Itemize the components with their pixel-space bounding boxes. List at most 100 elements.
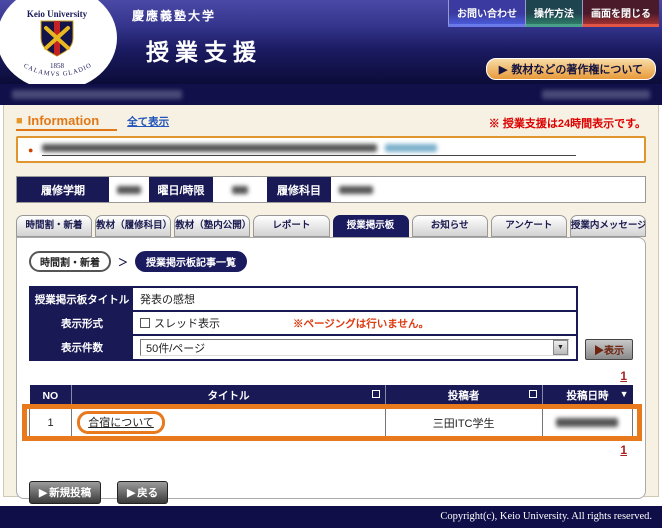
term-label: 履修学期 [17, 177, 109, 202]
arrow-icon: ▶ [39, 487, 47, 499]
day-period-value [213, 177, 267, 202]
redacted-datetime [542, 90, 650, 99]
material-copyright-button[interactable]: ▶ 教材などの著作権について [486, 58, 656, 80]
term-value [109, 177, 149, 202]
pagination-top: 1 [29, 369, 633, 383]
app-header: Keio University 1858 CALAMVS GLADIO FORT… [0, 0, 662, 84]
tab-survey[interactable]: アンケート [491, 215, 567, 237]
sort-toggle-icon[interactable] [372, 390, 380, 398]
display-format-label: 表示形式 [31, 312, 133, 334]
tab-materials-enrolled[interactable]: 教材（履修科目） [95, 215, 171, 237]
column-author: 投稿者 [385, 385, 542, 407]
redacted-notice-text [42, 144, 377, 152]
user-bar [0, 84, 662, 105]
board-filter-form: 授業掲示板タイトル 発表の感想 表示形式 スレッド表示 ※ページングは行いません… [29, 286, 633, 361]
close-window-button[interactable]: 画面を閉じる [582, 0, 659, 27]
subject-label: 履修科目 [267, 177, 331, 202]
tab-report[interactable]: レポート [253, 215, 329, 237]
svg-text:Keio University: Keio University [27, 9, 88, 19]
back-button[interactable]: ▶戻る [117, 481, 168, 504]
thread-display-checkbox[interactable] [140, 318, 150, 328]
notice-bullet-icon: ● [28, 145, 33, 155]
svg-text:1858: 1858 [50, 62, 65, 70]
information-header-row: ■ Information 全て表示 ※ 授業支援は24時間表示です。 [16, 113, 646, 131]
row-title-cell: 合宿について [72, 407, 386, 439]
page-size-selected: 50件/ページ [146, 340, 205, 356]
material-copyright-label: 教材などの著作権について [511, 61, 643, 77]
board-header-row: NO タイトル 投稿者 投稿日時 ▼ [30, 385, 633, 407]
contact-button[interactable]: お問い合わせ [448, 0, 525, 27]
new-post-button[interactable]: ▶新規投稿 [29, 481, 101, 504]
footer: Copyright(c), Keio University. All right… [0, 506, 662, 528]
display-count-label: 表示件数 [31, 336, 133, 359]
breadcrumb: 時間割・新着 ＞ 授業掲示板記事一覧 [29, 251, 633, 272]
tab-class-board[interactable]: 授業掲示板 [333, 215, 409, 237]
app-title: 授業支援 [146, 33, 262, 67]
pagination-bottom: 1 [29, 443, 633, 457]
header-titles: 慶應義塾大学 授業支援 [132, 7, 262, 67]
row-author: 三田ITC学生 [385, 407, 542, 439]
breadcrumb-separator-icon: ＞ [118, 254, 128, 269]
tab-class-message[interactable]: 授業内メッセージ [570, 215, 646, 237]
help-button[interactable]: 操作方法 [525, 0, 582, 27]
copyright-text: Copyright(c), Keio University. All right… [440, 511, 652, 522]
redacted-user-info [12, 90, 182, 99]
board-table-wrap: NO タイトル 投稿者 投稿日時 ▼ [29, 385, 633, 439]
column-title: タイトル [72, 385, 386, 407]
arrow-icon: ▶ [594, 346, 604, 357]
row-date [542, 407, 632, 439]
board-panel: 時間割・新着 ＞ 授業掲示板記事一覧 授業掲示板タイトル 発表の感想 表示形式 … [16, 237, 646, 499]
breadcrumb-parent[interactable]: 時間割・新着 [29, 251, 111, 272]
display-format-value: スレッド表示 ※ページングは行いません。 [133, 312, 576, 334]
information-notice-box: ● [16, 136, 646, 163]
redacted-notice-line [42, 144, 575, 156]
university-name: 慶應義塾大学 [132, 7, 262, 24]
note-24h: ※ 授業支援は24時間表示です。 [489, 115, 646, 131]
page-link[interactable]: 1 [620, 443, 627, 457]
form-row-count: 表示件数 50件/ページ ▼ [31, 336, 576, 359]
tab-news[interactable]: お知らせ [412, 215, 488, 237]
column-no: NO [30, 385, 72, 407]
day-period-label: 曜日/時限 [149, 177, 213, 202]
board-row: 1 合宿について 三田ITC学生 [30, 407, 633, 439]
square-bullet-icon: ■ [16, 115, 23, 127]
redacted-notice-link[interactable] [385, 144, 437, 152]
column-date: 投稿日時 ▼ [542, 385, 632, 407]
form-row-title: 授業掲示板タイトル 発表の感想 [31, 288, 576, 310]
board-form-table: 授業掲示板タイトル 発表の感想 表示形式 スレッド表示 ※ページングは行いません… [29, 286, 578, 361]
page-size-select[interactable]: 50件/ページ ▼ [140, 339, 569, 356]
form-row-format: 表示形式 スレッド表示 ※ページングは行いません。 [31, 312, 576, 334]
main-content: ■ Information 全て表示 ※ 授業支援は24時間表示です。 ● 履修… [3, 105, 659, 497]
display-button[interactable]: ▶表示 [585, 339, 633, 360]
course-filter-bar: 履修学期 曜日/時限 履修科目 [16, 176, 646, 203]
arrow-icon: ▶ [127, 487, 135, 499]
redacted-post-date [556, 418, 618, 427]
keio-university-logo: Keio University 1858 CALAMVS GLADIO FORT… [0, 0, 120, 84]
board-title-label: 授業掲示板タイトル [31, 288, 133, 310]
redacted-term-value [117, 186, 141, 194]
subject-value [331, 177, 645, 202]
board-title-value: 発表の感想 [133, 288, 576, 310]
row-number: 1 [30, 407, 72, 439]
sort-toggle-icon[interactable] [529, 390, 537, 398]
information-title: ■ Information [16, 113, 117, 131]
display-count-value: 50件/ページ ▼ [133, 336, 576, 359]
thread-display-label: スレッド表示 [154, 315, 220, 331]
page: Keio University 1858 CALAMVS GLADIO FORT… [0, 0, 662, 529]
show-all-link[interactable]: 全て表示 [127, 114, 169, 131]
action-buttons: ▶新規投稿 ▶戻る [29, 481, 633, 504]
title-highlight-annotation: 合宿について [77, 411, 165, 434]
sort-desc-icon[interactable]: ▼ [620, 389, 629, 399]
tab-bar: 時間割・新着 教材（履修科目） 教材（塾内公開） レポート 授業掲示板 お知らせ… [16, 215, 646, 237]
arrow-icon: ▶ [499, 63, 507, 76]
select-dropdown-icon[interactable]: ▼ [553, 340, 568, 355]
tab-materials-public[interactable]: 教材（塾内公開） [174, 215, 250, 237]
paging-note: ※ページングは行いません。 [293, 316, 429, 331]
redacted-subject-value [339, 186, 373, 194]
page-link[interactable]: 1 [620, 369, 627, 383]
board-table: NO タイトル 投稿者 投稿日時 ▼ [29, 385, 633, 439]
post-title-link[interactable]: 合宿について [88, 417, 154, 429]
top-button-group: お問い合わせ 操作方法 画面を閉じる [448, 0, 659, 27]
breadcrumb-current: 授業掲示板記事一覧 [135, 251, 247, 272]
tab-timetable[interactable]: 時間割・新着 [16, 215, 92, 237]
